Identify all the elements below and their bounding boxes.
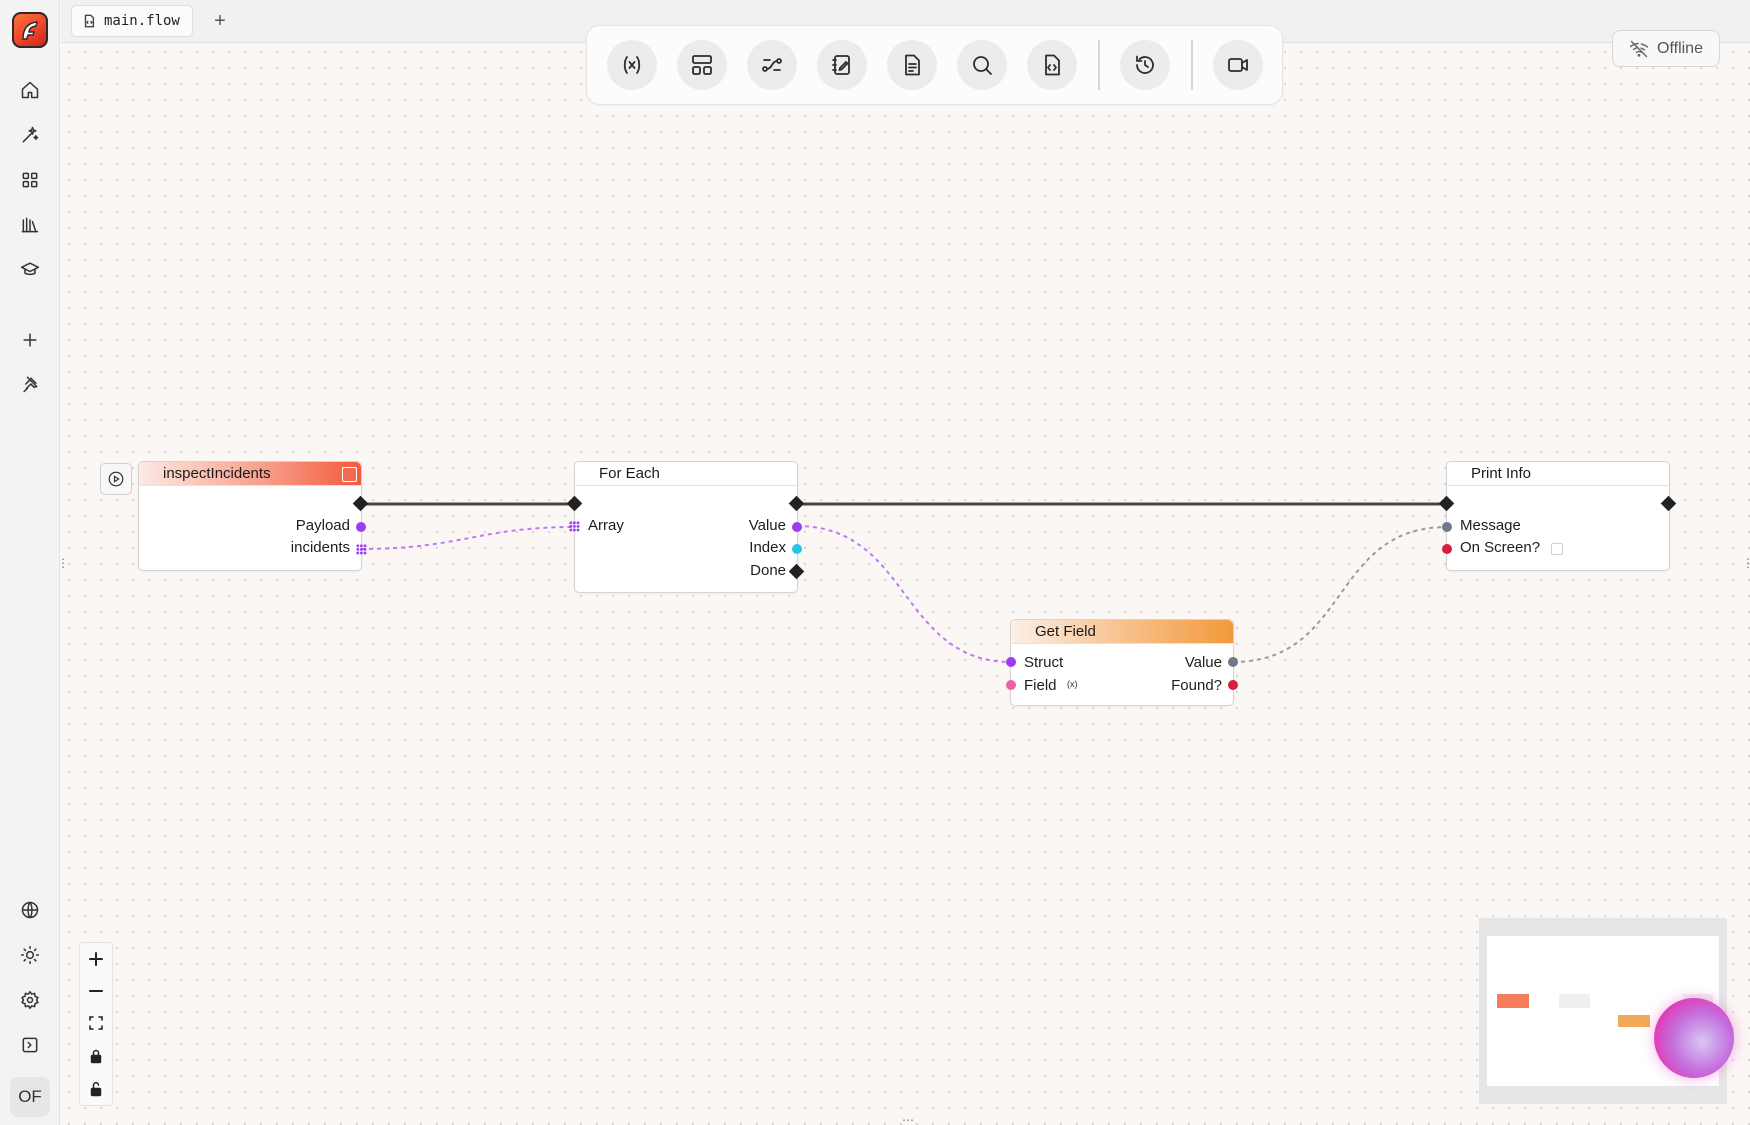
code-file-button[interactable] xyxy=(1027,40,1077,90)
port-label-payload: Payload xyxy=(295,517,350,534)
document-button[interactable] xyxy=(887,40,937,90)
fit-view-icon xyxy=(89,1016,103,1030)
toolbar-divider xyxy=(1098,40,1100,90)
layout-icon xyxy=(692,55,712,75)
port-label-message: Message xyxy=(1460,517,1521,534)
search-icon xyxy=(973,56,992,75)
index-output-pin[interactable] xyxy=(792,544,802,554)
node-inspect-incidents[interactable]: inspectIncidents Payload incidents xyxy=(138,461,362,571)
unlock-button[interactable] xyxy=(80,1073,112,1105)
found-output-pin[interactable] xyxy=(1228,680,1238,690)
port-label-done: Done xyxy=(750,562,786,579)
video-button[interactable] xyxy=(1213,40,1263,90)
history-icon xyxy=(1136,55,1154,74)
port-label-found: Found? xyxy=(1171,677,1222,694)
on-screen-input-pin[interactable] xyxy=(1442,544,1452,554)
node-print-info[interactable]: Print Info Message On Screen? xyxy=(1446,461,1670,571)
node-header[interactable]: Print Info xyxy=(1447,462,1669,486)
message-input-pin[interactable] xyxy=(1442,522,1452,532)
node-get-field[interactable]: Get Field Struct Field (x) Value Found? xyxy=(1010,619,1234,706)
port-label-index: Index xyxy=(749,539,786,556)
code-file-icon xyxy=(1045,54,1060,76)
lock-icon xyxy=(90,1049,102,1064)
offline-label: Offline xyxy=(1657,39,1703,57)
on-screen-checkbox[interactable] xyxy=(1551,543,1563,555)
document-icon xyxy=(905,54,920,76)
zoom-controls xyxy=(79,942,113,1106)
notes-button[interactable] xyxy=(817,40,867,90)
field-input-pin[interactable] xyxy=(1006,680,1016,690)
port-label-incidents: incidents xyxy=(290,539,350,556)
node-header[interactable]: Get Field xyxy=(1011,620,1233,644)
canvas-toolbar xyxy=(586,25,1283,105)
node-header[interactable]: For Each xyxy=(575,462,797,486)
value-output-pin[interactable] xyxy=(792,522,802,532)
run-event-button[interactable] xyxy=(100,463,132,495)
node-header[interactable]: inspectIncidents xyxy=(139,462,361,486)
zoom-in-button[interactable] xyxy=(80,943,112,975)
fit-view-button[interactable] xyxy=(80,1007,112,1039)
node-title: inspectIncidents xyxy=(163,465,271,482)
variables-button[interactable] xyxy=(607,40,657,90)
port-label-on-screen: On Screen? xyxy=(1460,539,1541,556)
value-output-pin[interactable] xyxy=(1228,657,1238,667)
minus-icon xyxy=(89,990,103,992)
struct-input-pin[interactable] xyxy=(1006,657,1016,667)
wifi-off-icon xyxy=(1629,40,1649,57)
connections-icon xyxy=(762,58,782,72)
node-for-each[interactable]: For Each Array Value Index Done xyxy=(574,461,798,593)
lock-button[interactable] xyxy=(80,1040,112,1072)
variable-icon xyxy=(623,56,641,74)
offline-status[interactable]: Offline xyxy=(1612,30,1720,67)
field-variable-icon[interactable]: (x) xyxy=(1067,679,1078,689)
node-title: Print Info xyxy=(1471,465,1532,482)
payload-pin[interactable] xyxy=(356,522,366,532)
minimap-node-getfield xyxy=(1618,1015,1650,1027)
wire-value-message xyxy=(1232,526,1448,663)
port-label-value: Value xyxy=(1184,654,1222,671)
notes-icon xyxy=(832,55,850,75)
node-title: For Each xyxy=(599,465,660,482)
unlock-icon xyxy=(90,1082,102,1097)
incidents-array-pin[interactable] xyxy=(356,544,367,555)
wire-value-struct xyxy=(796,525,1012,663)
port-label-array: Array xyxy=(588,517,624,534)
minimap-node-foreach xyxy=(1559,994,1590,1008)
ai-assistant-orb[interactable] xyxy=(1654,998,1734,1078)
minimap-node-inspect xyxy=(1497,994,1529,1008)
connections-button[interactable] xyxy=(747,40,797,90)
video-icon xyxy=(1228,58,1248,72)
array-input-pin[interactable] xyxy=(569,521,580,532)
search-button[interactable] xyxy=(957,40,1007,90)
play-icon xyxy=(108,471,124,487)
layout-button[interactable] xyxy=(677,40,727,90)
history-button[interactable] xyxy=(1120,40,1170,90)
node-title: Get Field xyxy=(1035,623,1096,640)
toolbar-divider xyxy=(1191,40,1193,90)
port-label-struct: Struct xyxy=(1024,654,1064,671)
zoom-out-button[interactable] xyxy=(80,975,112,1007)
port-label-field: Field xyxy=(1024,677,1057,694)
wire-incidents-array xyxy=(360,526,575,550)
node-checkbox[interactable] xyxy=(342,467,357,482)
port-label-value: Value xyxy=(748,517,786,534)
plus-icon xyxy=(89,952,103,966)
